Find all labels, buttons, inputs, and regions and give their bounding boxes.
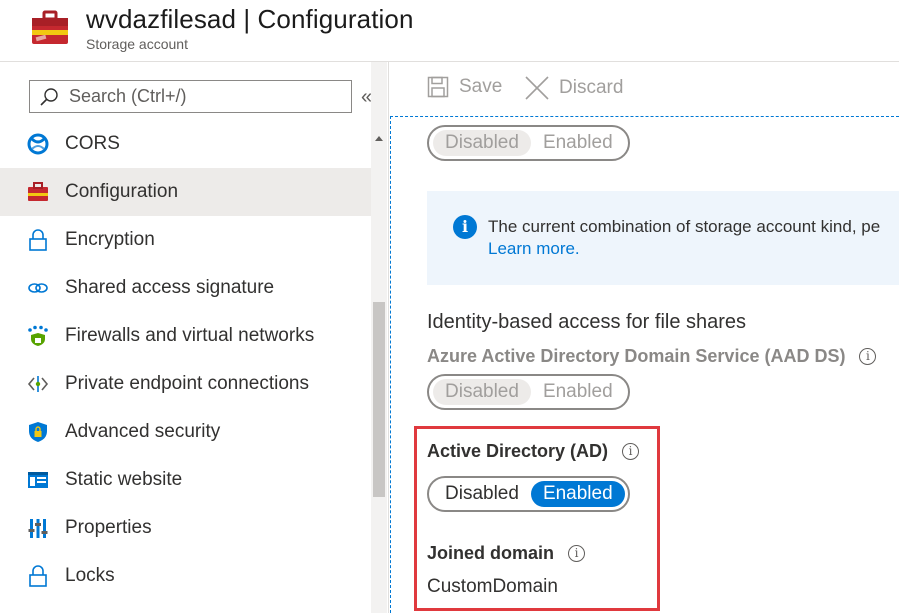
aadds-toggle: Disabled Enabled: [427, 374, 630, 410]
search-icon: [40, 87, 58, 106]
properties-icon: [26, 516, 50, 540]
page-title: wvdazfilesad | Configuration: [86, 4, 414, 34]
sidebar-item-label: Private endpoint connections: [65, 373, 309, 394]
sidebar-item-encryption[interactable]: Encryption: [0, 216, 372, 264]
info-icon[interactable]: i: [568, 545, 586, 562]
cors-icon: [26, 132, 50, 156]
save-label: Save: [459, 76, 503, 97]
toggle-option-disabled: Disabled: [433, 130, 531, 156]
website-icon: [26, 468, 50, 492]
sidebar-search[interactable]: [29, 80, 352, 113]
sidebar-item-label: Static website: [65, 469, 183, 490]
toggle-option-enabled[interactable]: Enabled: [530, 481, 625, 507]
joined-domain-value: CustomDomain: [427, 576, 558, 597]
page-header: wvdazfilesad | Configuration Storage acc…: [0, 0, 899, 61]
endpoint-icon: [26, 372, 50, 396]
close-icon: [525, 76, 549, 100]
sidebar-item-label: Locks: [65, 565, 115, 586]
focus-outline-top: [390, 116, 899, 117]
page-subtitle: Storage account: [86, 36, 188, 52]
info-icon: i: [453, 215, 477, 239]
scroll-thumb[interactable]: [373, 302, 385, 497]
sidebar-item-label: Configuration: [65, 181, 179, 202]
ad-label: Active Directory (AD) i: [427, 441, 640, 462]
sidebar-item-label: Firewalls and virtual networks: [65, 325, 315, 346]
sidebar-item-label: CORS: [65, 133, 120, 154]
lock-icon: [26, 564, 50, 588]
sidebar-item-static-website[interactable]: Static website: [0, 456, 372, 504]
toggle-option-disabled: Disabled: [433, 379, 531, 405]
sidebar-scrollbar[interactable]: [371, 62, 387, 613]
info-message: The current combination of storage accou…: [488, 217, 881, 236]
toggle-option-enabled: Enabled: [542, 381, 613, 402]
sidebar-item-label: Properties: [65, 517, 152, 538]
link-icon: [26, 276, 50, 300]
sidebar-item-properties[interactable]: Properties: [0, 504, 372, 552]
sidebar-nav: CORS Configuration Encryption Shared acc…: [0, 120, 372, 600]
top-setting-toggle: Disabled Enabled: [427, 125, 630, 161]
sidebar: « CORS Configuration: [0, 62, 388, 613]
aadds-label: Azure Active Directory Domain Service (A…: [427, 346, 877, 367]
briefcase-icon: [26, 180, 50, 204]
ad-label-text: Active Directory (AD): [427, 441, 609, 461]
lock-icon: [26, 228, 50, 252]
sidebar-item-firewalls[interactable]: Firewalls and virtual networks: [0, 312, 372, 360]
sidebar-item-locks[interactable]: Locks: [0, 552, 372, 600]
search-input[interactable]: [69, 86, 339, 107]
sidebar-item-label: Shared access signature: [65, 277, 275, 298]
sidebar-item-label: Advanced security: [65, 421, 221, 442]
info-icon[interactable]: i: [622, 443, 640, 460]
discard-label: Discard: [559, 77, 624, 98]
sidebar-divider: [388, 62, 389, 613]
scroll-up-arrow-icon[interactable]: [375, 136, 383, 141]
sidebar-item-configuration[interactable]: Configuration: [0, 168, 372, 216]
discard-button[interactable]: Discard: [525, 76, 623, 100]
sidebar-item-advanced-security[interactable]: Advanced security: [0, 408, 372, 456]
identity-section-title: Identity-based access for file shares: [427, 311, 747, 333]
toggle-option-enabled: Enabled: [542, 132, 613, 153]
sidebar-item-label: Encryption: [65, 229, 155, 250]
save-icon: [427, 76, 449, 98]
joined-domain-label: Joined domain i: [427, 543, 586, 564]
shield-icon: [26, 420, 50, 444]
info-icon[interactable]: i: [859, 348, 877, 365]
save-button[interactable]: Save: [427, 76, 502, 98]
command-bar: Save Discard: [389, 62, 899, 117]
toggle-option-disabled[interactable]: Disabled: [433, 481, 531, 507]
sidebar-item-private-endpoint[interactable]: Private endpoint connections: [0, 360, 372, 408]
firewall-icon: [26, 324, 50, 348]
ad-toggle[interactable]: Disabled Enabled: [427, 476, 630, 512]
info-banner: i The current combination of storage acc…: [427, 191, 899, 285]
sidebar-item-cors[interactable]: CORS: [0, 120, 372, 168]
joined-domain-label-text: Joined domain: [427, 543, 555, 563]
sidebar-item-shared-access-signature[interactable]: Shared access signature: [0, 264, 372, 312]
aadds-label-text: Azure Active Directory Domain Service (A…: [427, 346, 846, 366]
learn-more-link[interactable]: Learn more.: [488, 239, 580, 259]
storage-account-icon: [32, 10, 68, 44]
focus-outline-left: [390, 116, 391, 613]
